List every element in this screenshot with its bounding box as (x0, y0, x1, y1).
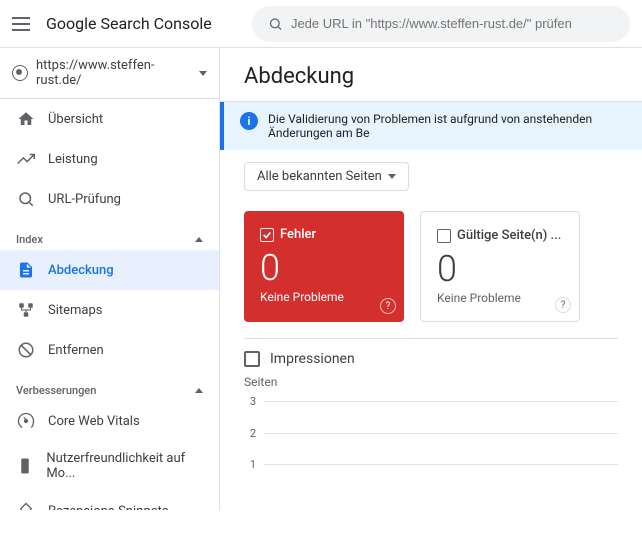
sidebar-item-uebersicht[interactable]: Übersicht (0, 99, 219, 139)
menu-icon[interactable] (12, 12, 36, 36)
error-card-subtitle: Keine Probleme (260, 290, 388, 304)
filter-chevron-icon (388, 174, 396, 179)
chart-y-label: Seiten (244, 375, 618, 389)
chevron-down-icon (199, 71, 207, 76)
impressionen-section: Impressionen (220, 338, 642, 375)
sidebar-label-nutzerfreundlichkeit: Nutzerfreundlichkeit auf Mo... (46, 451, 203, 481)
main-layout: https://www.steffen-rust.de/ Übersicht L… (0, 48, 642, 510)
sidebar-label-url-pruefung: URL-Prüfung (48, 192, 121, 207)
sidebar-item-core-web-vitals[interactable]: Core Web Vitals (0, 401, 219, 441)
filter-label: Alle bekannten Seiten (257, 169, 382, 184)
sitemaps-icon (16, 300, 36, 320)
filter-select[interactable]: Alle bekannten Seiten (244, 162, 409, 191)
error-card[interactable]: Fehler 0 Keine Probleme ? (244, 211, 404, 322)
content-header: Abdeckung (220, 48, 642, 102)
sidebar-label-rezensions-snippets: Rezensions-Snippets (48, 504, 169, 511)
trending-icon (16, 149, 36, 169)
valid-card-help[interactable]: ? (555, 297, 571, 313)
verbesserungen-chevron-icon (195, 388, 203, 393)
error-card-title: Fehler (260, 227, 388, 242)
y-value-3: 3 (244, 395, 256, 408)
valid-card[interactable]: Gültige Seite(n) ... 0 Keine Probleme ? (420, 211, 580, 322)
chart-container: 3 2 1 (244, 393, 618, 473)
header-left: Google Search Console (12, 12, 232, 36)
sidebar-label-sitemaps: Sitemaps (48, 303, 103, 318)
filter-bar: Alle bekannten Seiten (220, 150, 642, 203)
valid-card-subtitle: Keine Probleme (437, 291, 563, 305)
url-search-icon (16, 189, 36, 209)
impressionen-label: Impressionen (270, 351, 355, 367)
sidebar-item-nutzerfreundlichkeit[interactable]: Nutzerfreundlichkeit auf Mo... (0, 441, 219, 491)
sidebar-item-entfernen[interactable]: Entfernen (0, 330, 219, 370)
index-section-label: Index (0, 219, 219, 250)
sidebar-label-entfernen: Entfernen (48, 343, 104, 358)
sidebar-item-url-pruefung[interactable]: URL-Prüfung (0, 179, 219, 219)
home-icon (16, 109, 36, 129)
valid-card-title: Gültige Seite(n) ... (437, 228, 563, 243)
impressionen-checkbox[interactable] (244, 351, 260, 367)
info-banner-text: Die Validierung von Problemen ist aufgru… (268, 112, 626, 140)
sidebar: https://www.steffen-rust.de/ Übersicht L… (0, 48, 220, 510)
valid-checkbox-icon (437, 229, 451, 243)
top-header: Google Search Console (0, 0, 642, 48)
content-area: Abdeckung i Die Validierung von Probleme… (220, 48, 642, 510)
error-card-number: 0 (260, 250, 388, 286)
search-icon (268, 16, 283, 32)
sidebar-label-core-web-vitals: Core Web Vitals (48, 414, 140, 429)
info-icon: i (240, 112, 258, 130)
valid-card-number: 0 (437, 251, 563, 287)
verbesserungen-section-label: Verbesserungen (0, 370, 219, 401)
search-bar[interactable] (252, 6, 630, 42)
y-value-2: 2 (244, 427, 256, 440)
phone-icon (16, 456, 34, 476)
info-banner: i Die Validierung von Problemen ist aufg… (220, 102, 642, 150)
site-icon (12, 65, 28, 81)
error-checkbox-icon (260, 228, 274, 242)
sidebar-item-abdeckung[interactable]: Abdeckung (0, 250, 219, 290)
sidebar-item-sitemaps[interactable]: Sitemaps (0, 290, 219, 330)
chart-area: Seiten 3 2 1 (220, 375, 642, 489)
diamond-icon (16, 501, 36, 510)
cards-area: Fehler 0 Keine Probleme ? Gültige Seite(… (220, 203, 642, 338)
search-input[interactable] (291, 16, 614, 31)
y-value-1: 1 (244, 458, 256, 471)
site-selector[interactable]: https://www.steffen-rust.de/ (0, 48, 219, 99)
sidebar-item-leistung[interactable]: Leistung (0, 139, 219, 179)
logo-text: Google Search Console (46, 14, 212, 33)
site-url: https://www.steffen-rust.de/ (36, 58, 191, 88)
impressionen-header: Impressionen (244, 338, 618, 375)
error-card-help[interactable]: ? (380, 298, 396, 314)
sidebar-label-leistung: Leistung (48, 152, 98, 167)
sidebar-label-uebersicht: Übersicht (48, 112, 103, 127)
sidebar-item-rezensions-snippets[interactable]: Rezensions-Snippets (0, 491, 219, 510)
page-title: Abdeckung (244, 64, 618, 89)
abdeckung-icon (16, 260, 36, 280)
entfernen-icon (16, 340, 36, 360)
gauge-icon (16, 411, 36, 431)
sidebar-label-abdeckung: Abdeckung (48, 263, 114, 278)
index-chevron-icon (195, 237, 203, 242)
